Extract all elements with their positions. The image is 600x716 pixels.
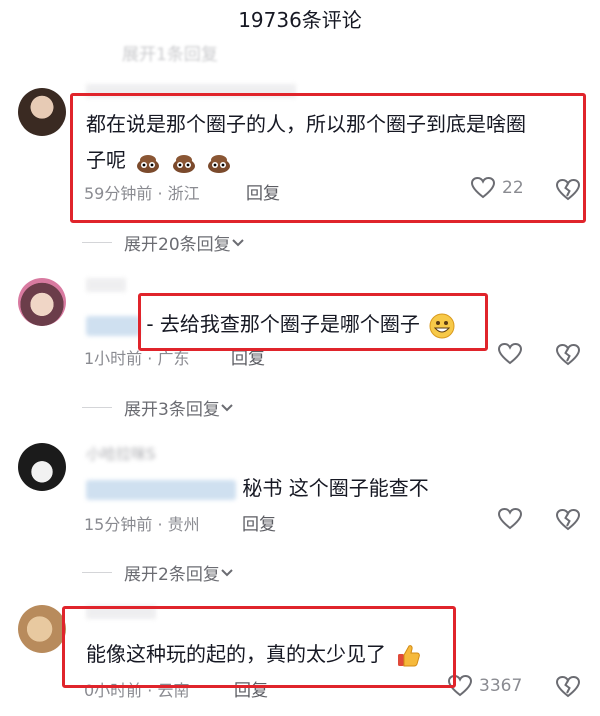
nickname-blurred[interactable] <box>86 278 126 292</box>
divider <box>82 242 112 243</box>
broken-heart-icon <box>555 343 581 366</box>
broken-heart-icon <box>555 508 581 531</box>
avatar[interactable] <box>18 278 66 326</box>
annotation-box <box>62 606 456 688</box>
divider <box>82 572 112 573</box>
expand-replies-button[interactable]: 展开2条回复 <box>82 560 234 585</box>
nickname[interactable]: 小哈拉咪S <box>86 443 156 464</box>
expand-replies-label: 展开2条回复 <box>124 565 220 585</box>
like-button[interactable] <box>497 507 523 531</box>
dislike-button[interactable] <box>555 343 581 371</box>
annotation-box <box>70 93 586 223</box>
heart-outline-icon <box>497 507 523 530</box>
faded-expand-replies: 展开1条回复 <box>122 45 218 65</box>
avatar[interactable] <box>18 605 66 653</box>
dislike-button[interactable] <box>555 508 581 536</box>
like-count: 3367 <box>479 676 523 696</box>
annotation-box <box>138 293 488 351</box>
expand-replies-button[interactable]: 展开20条回复 <box>82 230 245 255</box>
comment-text-row: 秘书 这个圈子能查不 <box>86 470 429 506</box>
divider <box>82 407 112 408</box>
expand-replies-label: 展开3条回复 <box>124 400 220 420</box>
like-button[interactable]: 3367 <box>447 674 522 698</box>
mention-blurred[interactable] <box>86 315 140 336</box>
reply-button[interactable]: 回复 <box>242 510 276 535</box>
avatar[interactable] <box>18 88 66 136</box>
expand-replies-button[interactable]: 展开3条回复 <box>82 395 234 420</box>
like-button[interactable] <box>497 342 523 366</box>
comment-text: 秘书 这个圈子能查不 <box>242 476 429 500</box>
broken-heart-icon <box>555 675 581 698</box>
dislike-button[interactable] <box>555 675 581 703</box>
avatar[interactable] <box>18 443 66 491</box>
chevron-down-icon <box>221 403 233 411</box>
comments-title: 19736条评论 <box>238 8 362 32</box>
heart-outline-icon <box>497 342 523 365</box>
expand-replies-label: 展开20条回复 <box>124 235 231 255</box>
mention-blurred[interactable] <box>86 479 236 500</box>
comment-time-location: 15分钟前 · 贵州 <box>84 515 200 534</box>
chevron-down-icon <box>221 568 233 576</box>
chevron-down-icon <box>231 238 244 246</box>
